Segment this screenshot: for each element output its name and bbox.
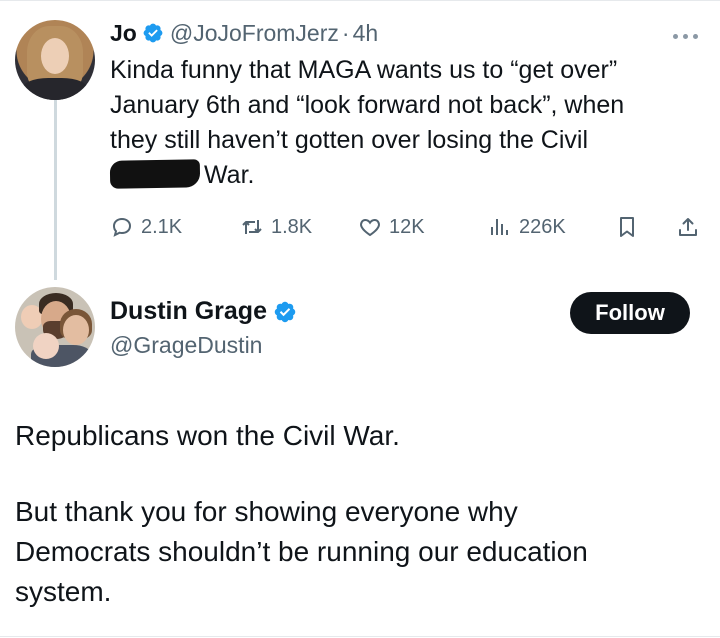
post-timestamp[interactable]: 4h bbox=[353, 20, 379, 47]
bookmark-icon bbox=[620, 217, 634, 237]
reply-icon bbox=[112, 217, 132, 237]
reply-text-line: Democrats shouldn’t be running our educa… bbox=[15, 536, 588, 567]
post-text: Kinda funny that MAGA wants us to “get o… bbox=[109, 53, 710, 193]
views-icon bbox=[491, 219, 508, 235]
author-handle[interactable]: @JoJoFromJerz bbox=[170, 20, 339, 47]
repost-count: 1.8K bbox=[271, 215, 313, 238]
author-handle[interactable]: @GrageDustin bbox=[110, 332, 262, 359]
post-text-line: January 6th and “look forward not back”,… bbox=[110, 91, 625, 119]
post-text-fragment: War. bbox=[204, 161, 255, 189]
reply-text-line: But thank you for showing everyone why bbox=[15, 496, 518, 527]
reply-button[interactable]: 2.1K bbox=[110, 210, 182, 244]
reply-text-line: system. bbox=[15, 576, 112, 607]
separator-dot: · bbox=[341, 19, 350, 46]
thread-connector-line bbox=[54, 100, 57, 280]
reply-text-line: Republicans won the Civil War. bbox=[15, 420, 400, 451]
like-button[interactable]: 12K bbox=[358, 210, 425, 244]
heart-icon bbox=[360, 218, 380, 237]
avatar-shoulders bbox=[21, 78, 89, 100]
more-icon[interactable] bbox=[673, 26, 705, 40]
verified-badge-icon bbox=[274, 301, 296, 322]
author-name[interactable]: Jo bbox=[110, 20, 137, 47]
verified-badge-icon bbox=[143, 23, 163, 43]
avatar-baby bbox=[33, 333, 59, 359]
share-icon bbox=[679, 218, 697, 236]
follow-button[interactable]: Follow bbox=[570, 292, 690, 334]
bottom-divider bbox=[0, 636, 720, 637]
post-text-line: Kinda funny that MAGA wants us to “get o… bbox=[110, 56, 618, 84]
bookmark-button[interactable] bbox=[615, 210, 639, 244]
post-text-line: they still haven’t gotten over losing th… bbox=[110, 126, 589, 154]
like-count: 12K bbox=[389, 215, 425, 238]
post-text-line-last: War. bbox=[109, 158, 710, 193]
post-header: Jo @JoJoFromJerz · 4h bbox=[110, 16, 378, 50]
reply-count: 2.1K bbox=[141, 215, 183, 238]
views-button[interactable]: 226K bbox=[488, 210, 566, 244]
reply-text: Republicans won the Civil War. But thank… bbox=[15, 416, 705, 612]
reply-author[interactable]: Dustin Grage bbox=[110, 297, 303, 326]
avatar[interactable] bbox=[15, 287, 95, 367]
repost-button[interactable]: 1.8K bbox=[240, 210, 312, 244]
avatar-face bbox=[41, 38, 69, 74]
avatar[interactable] bbox=[15, 20, 95, 100]
views-count: 226K bbox=[519, 215, 566, 238]
redaction-mark bbox=[109, 159, 201, 189]
author-name[interactable]: Dustin Grage bbox=[110, 297, 267, 326]
repost-icon bbox=[242, 220, 262, 234]
share-button[interactable] bbox=[676, 210, 700, 244]
original-post[interactable]: Jo @JoJoFromJerz · 4h Kinda funny that M… bbox=[0, 0, 720, 280]
action-bar: 2.1K 1.8K 12K 226K bbox=[110, 210, 710, 244]
avatar-face bbox=[63, 315, 89, 345]
